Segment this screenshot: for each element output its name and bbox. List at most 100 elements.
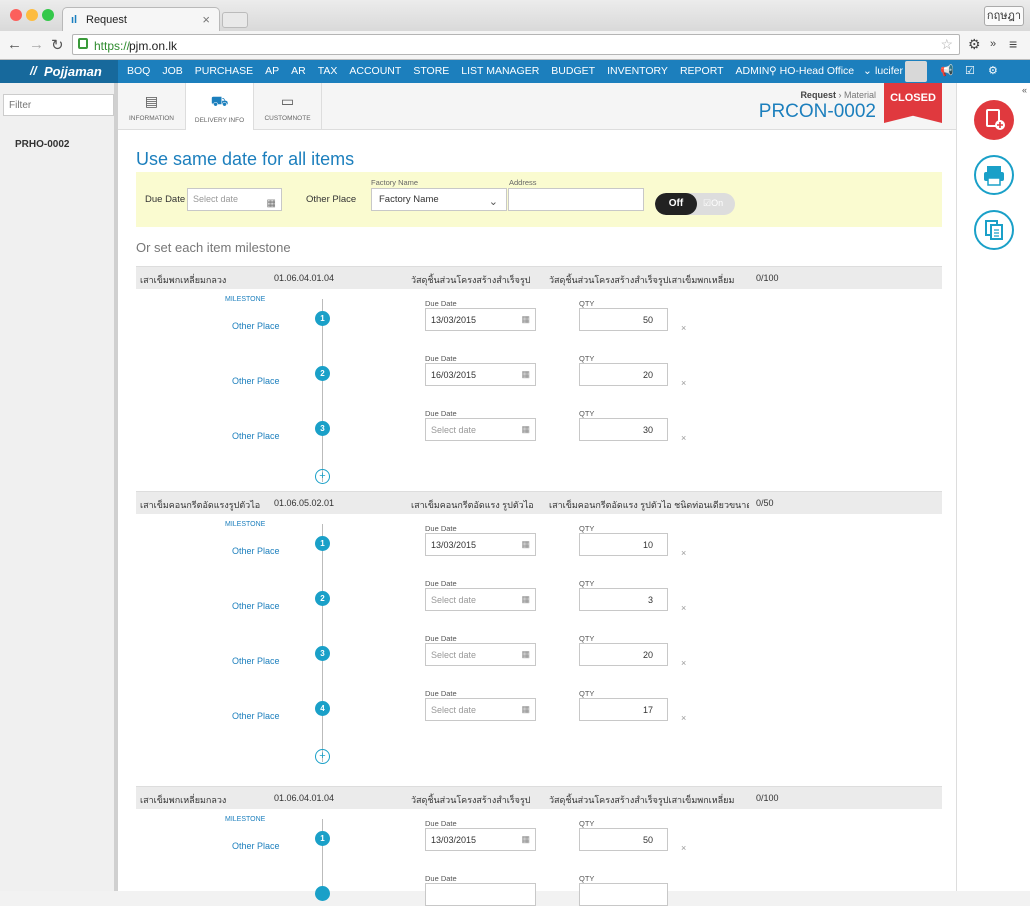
megaphone-icon[interactable]: 📢 bbox=[940, 64, 954, 77]
menu-item-ap[interactable]: AP bbox=[265, 65, 279, 77]
delete-milestone-icon[interactable]: × bbox=[681, 658, 686, 668]
add-milestone-button[interactable]: + bbox=[315, 469, 330, 484]
other-place-link[interactable]: Other Place bbox=[232, 376, 280, 386]
delete-milestone-icon[interactable]: × bbox=[681, 603, 686, 613]
menu-item-ar[interactable]: AR bbox=[291, 65, 306, 77]
brand-logo[interactable]: // Pojjaman bbox=[0, 60, 118, 83]
milestone-qty-input[interactable]: 3 bbox=[579, 588, 668, 611]
extension-gear-icon[interactable]: ⚙ bbox=[968, 36, 981, 53]
checkbox-icon[interactable]: ☑ bbox=[965, 64, 975, 77]
bookmark-star-icon[interactable]: ☆ bbox=[940, 36, 953, 53]
close-window-button[interactable] bbox=[10, 9, 22, 21]
filter-input[interactable] bbox=[3, 94, 114, 116]
milestone-date-input[interactable]: Select date ▦ bbox=[425, 588, 536, 611]
other-place-link[interactable]: Other Place bbox=[232, 546, 280, 556]
qty-label: QTY bbox=[579, 634, 595, 643]
milestone-qty-input[interactable] bbox=[579, 883, 668, 906]
breadcrumb-parent[interactable]: Request bbox=[800, 90, 836, 100]
milestone-date-input[interactable]: 13/03/2015 ▦ bbox=[425, 308, 536, 331]
other-place-link[interactable]: Other Place bbox=[232, 841, 280, 851]
forward-arrow-icon[interactable]: → bbox=[29, 36, 44, 53]
tab-close-icon[interactable]: × bbox=[202, 12, 210, 27]
other-place-link[interactable]: Other Place bbox=[232, 431, 280, 441]
due-date-label: Due Date bbox=[425, 689, 457, 698]
collapse-panel-icon[interactable]: « bbox=[1022, 85, 1027, 95]
back-arrow-icon[interactable]: ← bbox=[7, 36, 22, 53]
milestone-qty-input[interactable]: 50 bbox=[579, 308, 668, 331]
milestone-date-input[interactable] bbox=[425, 883, 536, 906]
milestone-section-title: Or set each item milestone bbox=[136, 240, 291, 255]
menu-item-admin[interactable]: ADMIN bbox=[736, 65, 770, 77]
url-scheme: https:// bbox=[94, 39, 131, 53]
milestone-qty-input[interactable]: 17 bbox=[579, 698, 668, 721]
delete-milestone-icon[interactable]: × bbox=[681, 713, 686, 723]
menu-item-account[interactable]: ACCOUNT bbox=[349, 65, 401, 77]
delete-milestone-icon[interactable]: × bbox=[681, 378, 686, 388]
milestone-qty-input[interactable]: 20 bbox=[579, 643, 668, 666]
zoom-window-button[interactable] bbox=[42, 9, 54, 21]
sidebar-item-prho-0002[interactable]: PRHO-0002 bbox=[15, 139, 69, 150]
add-milestone-button[interactable]: + bbox=[315, 749, 330, 764]
menu-item-budget[interactable]: BUDGET bbox=[551, 65, 595, 77]
milestone-date-input[interactable]: 13/03/2015 ▦ bbox=[425, 828, 536, 851]
tab-information-label: INFORMATION bbox=[128, 115, 174, 122]
new-tab-button[interactable] bbox=[222, 12, 248, 28]
address-bar[interactable]: https:// pjm.on.lk ☆ bbox=[72, 34, 960, 55]
office-selector[interactable]: ⚲ HO-Head Office ⌄ bbox=[769, 65, 872, 77]
reload-icon[interactable]: ↻ bbox=[51, 36, 64, 54]
milestone-qty-input[interactable]: 50 bbox=[579, 828, 668, 851]
minimize-window-button[interactable] bbox=[26, 9, 38, 21]
main-content: ▤ INFORMATION ⛟ DELIVERY INFO ▭ CUSTOMNO… bbox=[118, 83, 956, 906]
other-place-link[interactable]: Other Place bbox=[232, 656, 280, 666]
tab-information[interactable]: ▤ INFORMATION bbox=[118, 83, 186, 129]
menu-item-purchase[interactable]: PURCHASE bbox=[195, 65, 253, 77]
copy-document-button[interactable] bbox=[974, 210, 1014, 250]
menu-item-report[interactable]: REPORT bbox=[680, 65, 724, 77]
browser-menu-icon[interactable]: ≡ bbox=[1009, 36, 1017, 52]
item-name: เสาเข็มพกเหลี่ยมกลวง bbox=[140, 275, 227, 285]
menu-item-store[interactable]: STORE bbox=[413, 65, 449, 77]
menu-item-list-manager[interactable]: LIST MANAGER bbox=[461, 65, 539, 77]
milestone-qty-input[interactable]: 10 bbox=[579, 533, 668, 556]
milestone-qty-input[interactable]: 20 bbox=[579, 363, 668, 386]
brand-name: Pojjaman bbox=[44, 64, 102, 79]
milestone-date-input[interactable]: Select date ▦ bbox=[425, 698, 536, 721]
tab-delivery-info[interactable]: ⛟ DELIVERY INFO bbox=[186, 83, 254, 130]
tab-customnote[interactable]: ▭ CUSTOMNOTE bbox=[254, 83, 322, 129]
item-category: วัสดุชิ้นส่วนโครงสร้างสำเร็จรูป bbox=[411, 795, 531, 805]
milestone-qty-input[interactable]: 30 bbox=[579, 418, 668, 441]
other-place-link[interactable]: Other Place bbox=[232, 321, 280, 331]
factory-name-select[interactable]: Factory Name ⌄ bbox=[371, 188, 507, 211]
menu-item-tax[interactable]: TAX bbox=[318, 65, 338, 77]
milestone-date-input[interactable]: Select date ▦ bbox=[425, 643, 536, 666]
extensions-overflow-icon[interactable]: » bbox=[990, 38, 996, 50]
print-button[interactable] bbox=[974, 155, 1014, 195]
add-document-button[interactable] bbox=[974, 100, 1014, 140]
due-date-input[interactable]: Select date ▦ bbox=[187, 188, 282, 211]
avatar[interactable] bbox=[905, 61, 927, 82]
delete-milestone-icon[interactable]: × bbox=[681, 433, 686, 443]
calendar-icon: ▦ bbox=[521, 314, 530, 324]
due-date-label: Due Date bbox=[425, 819, 457, 828]
menu-item-boq[interactable]: BOQ bbox=[127, 65, 150, 77]
menu-item-inventory[interactable]: INVENTORY bbox=[607, 65, 668, 77]
user-name[interactable]: lucifer bbox=[875, 65, 903, 77]
profile-button[interactable]: กฤษฎา bbox=[984, 6, 1024, 26]
settings-gear-icon[interactable]: ⚙ bbox=[988, 64, 998, 77]
due-date-label: Due Date bbox=[425, 354, 457, 363]
other-place-link[interactable]: Other Place bbox=[232, 711, 280, 721]
address-input[interactable] bbox=[508, 188, 644, 211]
delete-milestone-icon[interactable]: × bbox=[681, 843, 686, 853]
milestone-date-input[interactable]: 13/03/2015 ▦ bbox=[425, 533, 536, 556]
other-place-link[interactable]: Other Place bbox=[232, 601, 280, 611]
menu-item-job[interactable]: JOB bbox=[162, 65, 182, 77]
truck-icon: ⛟ bbox=[210, 93, 229, 109]
milestone-date-input[interactable]: 16/03/2015 ▦ bbox=[425, 363, 536, 386]
other-place-toggle[interactable]: Off ☑On bbox=[655, 193, 735, 215]
milestone-date-input[interactable]: Select date ▦ bbox=[425, 418, 536, 441]
browser-tab[interactable]: ıl Request × bbox=[62, 7, 220, 32]
delete-milestone-icon[interactable]: × bbox=[681, 323, 686, 333]
milestone-label: MILESTONE bbox=[225, 816, 266, 823]
milestone-date-value: Select date bbox=[431, 425, 477, 435]
delete-milestone-icon[interactable]: × bbox=[681, 548, 686, 558]
